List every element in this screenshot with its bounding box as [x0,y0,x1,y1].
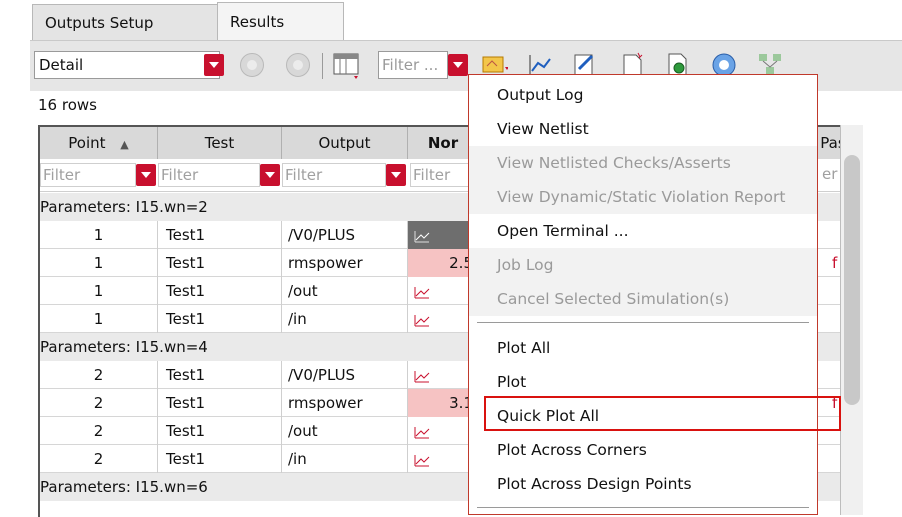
view-mode-select[interactable]: Detail [34,51,220,79]
cell-output: rmspower [282,389,408,417]
table-config-icon[interactable] [332,51,360,79]
filter-nominal-placeholder: Filter [413,166,451,184]
cell-point: 2 [40,389,158,417]
scrollbar-thumb[interactable] [844,155,860,405]
waveform-icon [414,230,430,242]
column-header-point[interactable]: Point ▲ [40,127,158,159]
menu-separator [477,322,809,323]
tab-bar: Outputs Setup Results [0,0,902,42]
filter-combo-placeholder: Filter ... [382,56,439,74]
cell-output: /out [282,417,408,445]
cell-test: Test1 [158,277,282,305]
filter-test-input[interactable]: Filter [158,163,260,187]
cell-point: 1 [40,221,158,249]
cell-point: 1 [40,305,158,333]
cell-point: 1 [40,277,158,305]
cell-test: Test1 [158,389,282,417]
cell-output: /in [282,305,408,333]
menu-item-view-violation-report: View Dynamic/Static Violation Report [469,180,817,214]
view-mode-value: Detail [39,56,84,74]
menu-item-view-netlisted-checks: View Netlisted Checks/Asserts [469,146,817,180]
filter-nominal-input[interactable]: Filter [410,163,470,187]
highlight-box [484,396,841,431]
filter-dropdown-arrow-icon[interactable] [448,54,468,76]
cell-point: 1 [40,249,158,277]
cell-output: /V0/PLUS [282,221,408,249]
waveform-icon [414,370,430,382]
menu-item-plot-across-design-points[interactable]: Plot Across Design Points [469,467,817,501]
cell-output: /out [282,277,408,305]
cell-point: 2 [40,445,158,473]
menu-item-view-netlist[interactable]: View Netlist [469,112,817,146]
sort-ascending-icon: ▲ [120,138,129,151]
cell-output: /in [282,445,408,473]
context-menu: Output Log View Netlist View Netlisted C… [468,74,818,515]
previous-icon[interactable] [240,53,264,77]
column-header-test[interactable]: Test [158,127,282,159]
vertical-scrollbar[interactable] [840,125,863,515]
filter-output-dropdown-icon[interactable] [386,164,406,186]
filter-test-dropdown-icon[interactable] [260,164,280,186]
menu-item-cancel-simulation: Cancel Selected Simulation(s) [469,282,817,316]
filter-point-input[interactable]: Filter [40,163,136,187]
menu-item-job-log: Job Log [469,248,817,282]
cell-output: /V0/PLUS [282,361,408,389]
column-header-output[interactable]: Output [282,127,408,159]
tab-results[interactable]: Results [217,2,344,42]
filter-test-placeholder: Filter [161,166,199,184]
cell-test: Test1 [158,445,282,473]
menu-item-plot-all[interactable]: Plot All [469,331,817,365]
cell-output: rmspower [282,249,408,277]
next-icon[interactable] [286,53,310,77]
waveform-icon [414,314,430,326]
menu-item-plot[interactable]: Plot [469,365,817,399]
cell-test: Test1 [158,221,282,249]
filter-output-input[interactable]: Filter [282,163,386,187]
cell-point: 2 [40,361,158,389]
view-mode-dropdown-arrow-icon[interactable] [204,54,224,76]
menu-separator [477,507,809,508]
filter-combo[interactable]: Filter ... [378,51,448,79]
menu-item-output-log[interactable]: Output Log [469,78,817,112]
cell-test: Test1 [158,305,282,333]
toolbar-separator [322,53,323,79]
menu-item-plot-across-corners[interactable]: Plot Across Corners [469,433,817,467]
cell-point: 2 [40,417,158,445]
menu-item-open-terminal[interactable]: Open Terminal ... [469,214,817,248]
filter-pass-fragment[interactable]: er [820,163,842,187]
cell-test: Test1 [158,417,282,445]
waveform-icon [414,426,430,438]
column-header-pass[interactable]: Pas [818,127,842,159]
column-header-point-label: Point [68,134,106,152]
cell-test: Test1 [158,361,282,389]
tab-outputs-setup[interactable]: Outputs Setup [32,4,218,40]
filter-output-placeholder: Filter [285,166,323,184]
waveform-icon [414,286,430,298]
row-count-label: 16 rows [38,96,97,114]
cell-test: Test1 [158,249,282,277]
filter-point-dropdown-icon[interactable] [136,164,156,186]
filter-point-placeholder: Filter [43,166,81,184]
waveform-icon [414,454,430,466]
